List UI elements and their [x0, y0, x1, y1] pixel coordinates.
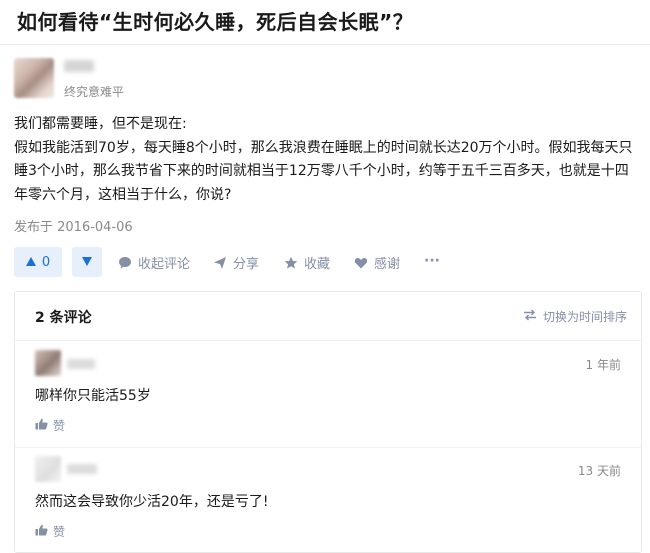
author-bio: 终究意难平 [64, 85, 125, 99]
comments-header-divider [15, 340, 641, 341]
comment-like-button[interactable]: 赞 [35, 417, 65, 434]
comment-avatar[interactable] [35, 350, 61, 376]
comment-like-label: 赞 [53, 525, 66, 539]
share-button[interactable]: 分享 [213, 253, 259, 272]
comment-author-blurred[interactable] [67, 464, 97, 474]
favorite-label: 收藏 [304, 257, 331, 272]
question-title[interactable]: 如何看待“生时何必久睡，死后自会长眠”？ [17, 6, 413, 35]
comment-count: 2 条评论 [35, 310, 92, 326]
answer-paragraph: 我们都需要睡，但不是现在: [14, 116, 187, 132]
comment-like-label: 赞 [53, 419, 66, 433]
comment-bubble-icon [118, 256, 132, 270]
thumb-up-icon [35, 524, 48, 539]
thanks-label: 感谢 [374, 257, 401, 272]
publish-date[interactable]: 发布于 2016-04-06 [14, 216, 133, 235]
star-icon [284, 256, 298, 270]
more-button[interactable]: ··· [424, 253, 440, 269]
caret-up-icon [25, 255, 36, 270]
upvote-button[interactable]: 0 [14, 247, 62, 277]
share-label: 分享 [233, 257, 260, 272]
collapse-comments-label: 收起评论 [138, 257, 191, 272]
comment-avatar[interactable] [35, 456, 61, 482]
downvote-button[interactable] [72, 247, 102, 277]
upvote-count: 0 [41, 254, 51, 270]
heart-icon [354, 256, 368, 270]
share-plane-icon [213, 256, 227, 270]
answer-content: 我们都需要睡，但不是现在: 假如我能活到70岁，每天睡8个小时，那么我浪费在睡眠… [14, 113, 639, 207]
author-avatar[interactable] [14, 58, 54, 98]
comment-time: 1 年前 [585, 358, 621, 372]
comment-like-button[interactable]: 赞 [35, 523, 65, 540]
comment-divider [15, 447, 641, 448]
comment-time: 13 天前 [577, 464, 621, 478]
title-divider [0, 44, 650, 45]
author-name-blurred[interactable] [64, 60, 94, 72]
sort-label: 切换为时间排序 [542, 310, 627, 324]
answer-action-bar: 0 收起评论 分享 收藏 感谢 ··· [14, 247, 634, 279]
comment-author-blurred[interactable] [67, 359, 95, 369]
thanks-button[interactable]: 感谢 [354, 253, 400, 272]
sort-toggle[interactable]: 切换为时间排序 [523, 308, 627, 325]
comment-text: 哪样你只能活55岁 [35, 388, 151, 404]
answer-paragraph: 假如我能活到70岁，每天睡8个小时，那么我浪费在睡眠上的时间就长达20万个小时。… [14, 139, 633, 203]
thumb-up-icon [35, 418, 48, 433]
caret-down-icon [82, 255, 92, 269]
comment-text: 然而这会导致你少活20年，还是亏了! [35, 494, 269, 510]
collapse-comments-button[interactable]: 收起评论 [118, 253, 190, 272]
comments-panel: 2 条评论 切换为时间排序 1 年前 哪样你只能活55岁 赞 13 天前 然而这… [14, 291, 642, 553]
sort-swap-icon [523, 309, 537, 324]
favorite-button[interactable]: 收藏 [284, 253, 330, 272]
more-dots-icon: ··· [424, 253, 440, 269]
